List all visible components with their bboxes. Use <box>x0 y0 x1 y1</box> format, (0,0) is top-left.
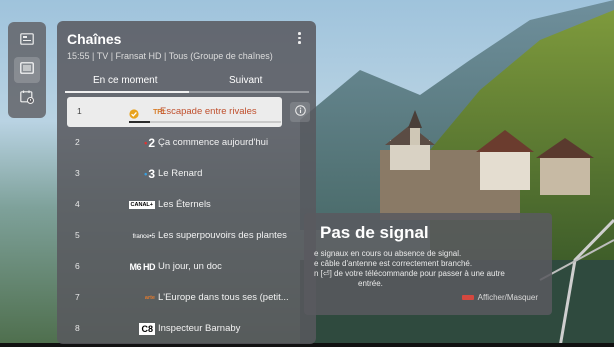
program-progress-bar <box>129 121 281 123</box>
dialog-title: Pas de signal <box>320 223 429 242</box>
dialog-message: e signaux en cours ou absence de signal.… <box>314 249 542 289</box>
channel-logo-text: 2 <box>148 136 155 150</box>
channel-row-1[interactable]: 1 TF1 Escapade entre rivales <box>67 97 282 127</box>
hint-label: Afficher/Masquer <box>477 293 538 302</box>
channel-panel: Chaînes 15:55 | TV | Fransat HD | Tous (… <box>57 21 316 344</box>
program-title: Un jour, un doc <box>158 261 222 272</box>
channel-number: 1 <box>77 106 82 116</box>
channel-number: 2 <box>75 137 80 147</box>
channel-row-6[interactable]: 6 M6 HD Un jour, un doc <box>65 252 311 282</box>
panel-subtitle: 15:55 | TV | Fransat HD | Tous (Groupe d… <box>67 51 273 61</box>
channel-logo: • 2 <box>144 136 155 150</box>
channel-logo: C8 <box>127 322 155 336</box>
dialog-line: e signaux en cours ou absence de signal. <box>314 249 462 258</box>
channel-row-3[interactable]: 3 • 3 Le Renard <box>65 159 311 189</box>
program-title: Inspecteur Barnaby <box>158 323 241 334</box>
guide-button[interactable] <box>14 28 40 54</box>
channel-logo: CANAL+ <box>127 198 155 212</box>
side-icon-rail <box>8 22 46 118</box>
tab-now[interactable]: En ce moment <box>93 75 157 86</box>
program-title: Les Éternels <box>158 199 211 210</box>
channel-row-8[interactable]: 8 C8 Inspecteur Barnaby <box>65 314 311 344</box>
info-icon <box>294 103 306 121</box>
more-vertical-icon <box>298 32 302 44</box>
channel-number: 3 <box>75 168 80 178</box>
channel-number: 5 <box>75 230 80 240</box>
program-title: Ça commence aujourd'hui <box>158 137 269 148</box>
dialog-line: n [⏎] de votre télécommande pour passer … <box>314 269 505 278</box>
channel-number: 6 <box>75 261 80 271</box>
channel-row-7[interactable]: 7 arte L'Europe dans tous ses (petit... <box>65 283 311 313</box>
schedule-button[interactable] <box>14 86 40 112</box>
tab-next[interactable]: Suivant <box>229 75 262 86</box>
channel-row-5[interactable]: 5 france•5 Les superpouvoirs des plantes <box>65 221 311 251</box>
info-button[interactable] <box>290 102 310 122</box>
channel-logo: arte <box>144 295 155 301</box>
program-progress-fill <box>129 121 151 123</box>
channel-logo: • 3 <box>144 167 155 181</box>
channel-number: 7 <box>75 292 80 302</box>
channel-logo-text: 3 <box>148 167 155 181</box>
channel-row-4[interactable]: 4 CANAL+ Les Éternels <box>65 190 311 220</box>
dialog-line: e câble d'antenne est correctement branc… <box>314 259 473 268</box>
channel-number: 8 <box>75 323 80 333</box>
guide-icon <box>20 32 34 50</box>
schedule-icon <box>20 90 34 109</box>
no-signal-dialog: Pas de signal e signaux en cours ou abse… <box>304 213 552 315</box>
program-title: L'Europe dans tous ses (petit... <box>158 292 289 303</box>
channel-number: 4 <box>75 199 80 209</box>
tab-selected-indicator <box>65 91 189 93</box>
channel-logo-text: C8 <box>139 323 155 335</box>
channel-logo: france•5 <box>132 232 156 240</box>
red-key-icon <box>461 295 474 300</box>
channel-list-icon <box>20 61 34 79</box>
channel-row-2[interactable]: 2 • 2 Ça commence aujourd'hui <box>65 128 311 158</box>
dialog-line: entrée. <box>358 279 383 288</box>
show-hide-hint[interactable]: Afficher/Masquer <box>461 293 538 302</box>
program-title: Le Renard <box>158 168 203 179</box>
channel-logo-text: CANAL+ <box>128 201 155 209</box>
panel-title: Chaînes <box>67 31 122 47</box>
channel-logo: M6 HD <box>129 262 155 272</box>
program-title: Les superpouvoirs des plantes <box>158 230 287 241</box>
program-title: Escapade entre rivales <box>160 106 257 117</box>
channel-list-button[interactable] <box>14 57 40 83</box>
more-options-button[interactable] <box>298 32 302 46</box>
